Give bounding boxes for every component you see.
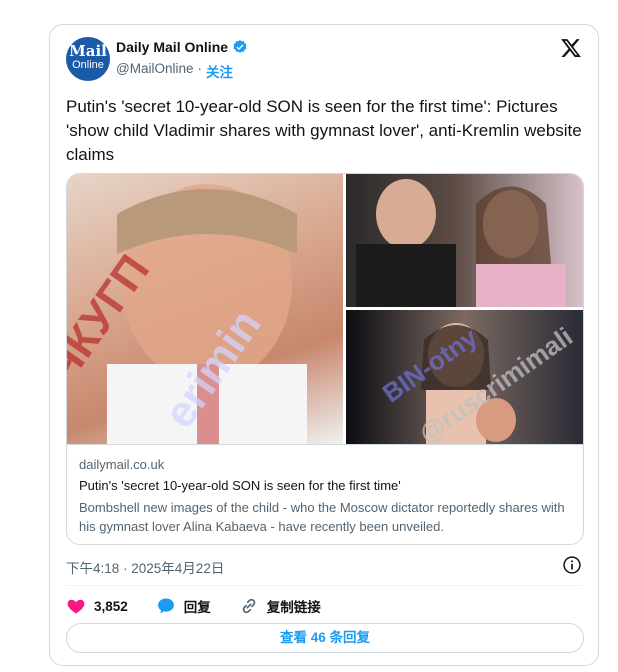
tweet-timestamp[interactable]: 下午4:18 · 2025年4月22日 <box>66 557 224 577</box>
reply-button[interactable]: 回复 <box>156 596 211 616</box>
author-handle-row: @MailOnline · 关注 <box>116 61 233 81</box>
link-preview-card[interactable]: ЧКУГП erimin BIN-otny @ruscrimimali dail… <box>66 173 584 545</box>
photo-woman-child[interactable]: BIN-otny @ruscrimimali <box>346 310 583 444</box>
like-button[interactable]: 3,852 <box>66 596 128 616</box>
avatar[interactable]: Mail Online <box>66 37 110 81</box>
avatar-text-mail: Mail <box>69 42 107 60</box>
follow-button[interactable]: 关注 <box>206 61 233 81</box>
divider <box>66 585 582 586</box>
avatar-text-online: Online <box>72 59 104 71</box>
heart-icon <box>67 599 85 614</box>
photo-putin-kabaeva[interactable] <box>346 174 583 307</box>
author-name[interactable]: Daily Mail Online <box>116 39 228 55</box>
link-domain: dailymail.co.uk <box>79 457 165 472</box>
photo-couple-illustration <box>356 179 566 307</box>
photo-child[interactable]: ЧКУГП erimin <box>67 174 343 444</box>
copy-link-button[interactable]: 复制链接 <box>239 596 321 616</box>
link-title: Putin's 'secret 10-year-old SON is seen … <box>79 478 401 493</box>
link-description: Bombshell new images of the child - who … <box>79 500 565 534</box>
author-name-row: Daily Mail Online <box>116 39 248 55</box>
action-bar: 3,852 回复 复制链接 <box>66 593 349 619</box>
view-replies-button[interactable]: 查看 46 条回复 <box>66 623 584 653</box>
separator-dot: · <box>197 61 202 76</box>
reply-label: 回复 <box>183 600 211 615</box>
verified-badge-icon <box>233 40 247 53</box>
x-logo-icon[interactable] <box>560 37 582 59</box>
photo-collage[interactable]: ЧКУГП erimin BIN-otny @ruscrimimali <box>67 174 583 444</box>
speech-bubble-icon <box>157 598 174 614</box>
author-handle[interactable]: @MailOnline <box>116 61 193 81</box>
info-icon[interactable] <box>562 555 582 575</box>
link-icon <box>242 598 256 614</box>
tweet-text: Putin's 'secret 10-year-old SON is seen … <box>66 97 582 164</box>
tweet-card[interactable]: Mail Online Daily Mail Online @MailOnlin… <box>49 24 599 666</box>
copy-link-label: 复制链接 <box>266 600 321 615</box>
link-info[interactable]: dailymail.co.uk Putin's 'secret 10-year-… <box>67 444 583 544</box>
like-count: 3,852 <box>94 598 128 614</box>
